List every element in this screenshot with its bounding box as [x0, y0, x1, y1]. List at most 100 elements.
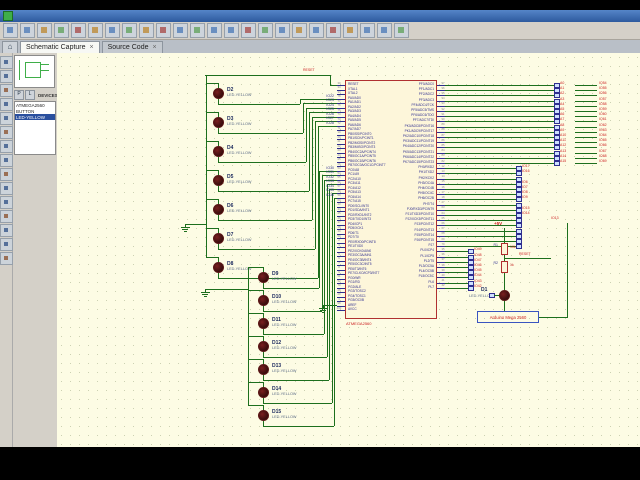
wire[interactable]	[323, 305, 337, 306]
resistor-R1[interactable]	[501, 243, 508, 255]
wire[interactable]	[445, 158, 554, 159]
wire[interactable]	[445, 241, 516, 242]
wire[interactable]	[263, 334, 324, 335]
wire[interactable]	[218, 249, 315, 250]
current-probe-mode-icon[interactable]	[0, 238, 13, 251]
wire[interactable]	[248, 336, 263, 337]
wire[interactable]	[575, 111, 597, 112]
tab-schematic-capture[interactable]: Schematic Capture ×	[20, 41, 100, 53]
wire[interactable]	[445, 142, 554, 143]
wire[interactable]	[445, 225, 516, 226]
wire[interactable]	[263, 288, 319, 289]
wire[interactable]	[575, 132, 597, 133]
wire[interactable]	[248, 382, 263, 383]
wire[interactable]	[315, 121, 316, 249]
wire[interactable]	[575, 158, 597, 159]
wire[interactable]	[575, 121, 597, 122]
led-D15[interactable]	[258, 410, 269, 421]
wire[interactable]	[575, 85, 597, 86]
zoom-area-icon[interactable]	[241, 23, 256, 38]
tab-source-code[interactable]: Source Code ×	[101, 41, 163, 53]
wire[interactable]	[218, 162, 306, 163]
title-bar[interactable]	[0, 10, 640, 22]
led-D12[interactable]	[258, 341, 269, 352]
wire[interactable]	[539, 317, 567, 318]
wire[interactable]	[248, 313, 263, 314]
paste-icon[interactable]	[326, 23, 341, 38]
wire[interactable]	[445, 283, 468, 284]
block-move-icon[interactable]	[360, 23, 375, 38]
wire[interactable]	[575, 163, 597, 164]
wire[interactable]	[445, 194, 516, 195]
led-D10[interactable]	[258, 295, 269, 306]
led-D4[interactable]	[213, 146, 224, 157]
led-D1[interactable]	[499, 290, 510, 301]
wire[interactable]	[445, 257, 468, 258]
block-delete-icon[interactable]	[394, 23, 409, 38]
led-D2[interactable]	[213, 88, 224, 99]
wire[interactable]	[445, 272, 468, 273]
wire[interactable]	[205, 75, 330, 76]
wire[interactable]	[206, 75, 207, 257]
subcircuit-mode-icon[interactable]	[0, 140, 13, 153]
tape-recorder-mode-icon[interactable]	[0, 196, 13, 209]
wire[interactable]	[445, 210, 516, 211]
export-icon[interactable]	[71, 23, 86, 38]
copy-icon[interactable]	[309, 23, 324, 38]
block-rotate-icon[interactable]	[377, 23, 392, 38]
wire[interactable]	[445, 220, 516, 221]
wire[interactable]	[445, 132, 554, 133]
terminal-icon[interactable]	[516, 244, 522, 249]
wire[interactable]	[445, 90, 554, 91]
new-project-icon[interactable]	[3, 23, 18, 38]
mark-area-icon[interactable]	[105, 23, 120, 38]
wire[interactable]	[218, 191, 309, 192]
print-icon[interactable]	[88, 23, 103, 38]
voltage-probe-mode-icon[interactable]	[0, 224, 13, 237]
wire[interactable]	[445, 288, 468, 289]
wire[interactable]	[303, 103, 304, 133]
buses-mode-icon[interactable]	[0, 126, 13, 139]
wire[interactable]	[248, 290, 263, 291]
wire[interactable]	[445, 101, 554, 102]
wire[interactable]	[575, 90, 597, 91]
wire[interactable]	[575, 116, 597, 117]
wire[interactable]	[567, 223, 568, 318]
open-project-icon[interactable]	[20, 23, 35, 38]
wire[interactable]	[445, 215, 516, 216]
wire[interactable]	[575, 147, 597, 148]
led-D14[interactable]	[258, 387, 269, 398]
zoom-all-icon[interactable]	[224, 23, 239, 38]
cut-icon[interactable]	[292, 23, 307, 38]
wire[interactable]	[185, 224, 206, 225]
wire[interactable]	[218, 104, 300, 105]
wire[interactable]	[206, 257, 218, 258]
led-D6[interactable]	[213, 204, 224, 215]
wire[interactable]	[206, 112, 218, 113]
block-copy-icon[interactable]	[343, 23, 358, 38]
zoom-in-icon[interactable]	[190, 23, 205, 38]
virtual-instruments-mode-icon[interactable]	[0, 252, 13, 265]
import-icon[interactable]	[54, 23, 69, 38]
text-script-mode-icon[interactable]	[0, 112, 13, 125]
wire[interactable]	[575, 142, 597, 143]
wire[interactable]	[445, 111, 554, 112]
wire[interactable]	[445, 163, 554, 164]
wire[interactable]	[504, 258, 551, 259]
wire[interactable]	[218, 220, 312, 221]
wire[interactable]	[218, 133, 303, 134]
wire[interactable]	[263, 311, 322, 312]
wire[interactable]	[206, 228, 218, 229]
save-project-icon[interactable]	[37, 23, 52, 38]
wire[interactable]	[248, 359, 263, 360]
wire[interactable]	[445, 236, 516, 237]
redo-icon[interactable]	[275, 23, 290, 38]
wire[interactable]	[575, 137, 597, 138]
wire[interactable]	[206, 141, 218, 142]
wire[interactable]	[445, 277, 468, 278]
led-D7[interactable]	[213, 233, 224, 244]
wire[interactable]	[575, 153, 597, 154]
pick-L-button[interactable]: L	[25, 90, 35, 100]
wire[interactable]	[504, 301, 505, 311]
wire[interactable]	[206, 199, 218, 200]
